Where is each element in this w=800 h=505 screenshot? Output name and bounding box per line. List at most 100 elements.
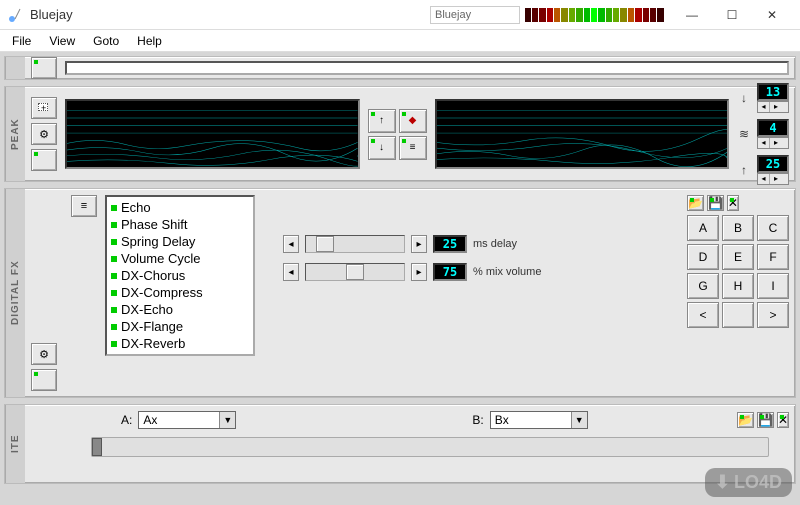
- down-arrow-icon: ↓: [737, 91, 751, 105]
- mix-inc-button[interactable]: ▸: [411, 263, 427, 281]
- ite-save-button[interactable]: 💾: [757, 412, 774, 428]
- peak-add-button[interactable]: +: [31, 97, 57, 119]
- key-d[interactable]: D: [687, 244, 719, 270]
- fx-item: Echo: [109, 199, 251, 216]
- watermark: ⬇ LO4D: [705, 468, 792, 497]
- gear-icon: ⚙: [39, 348, 49, 361]
- spinner-bot[interactable]: ◂▸: [757, 173, 789, 185]
- fx-settings-button[interactable]: ⚙: [31, 343, 57, 365]
- slider-mix: ◂ ▸ 75 % mix volume: [283, 263, 541, 281]
- fx-sliders: ◂ ▸ 25 ms delay ◂ ▸ 75 % mix volume: [283, 235, 541, 281]
- menu-help[interactable]: Help: [129, 32, 170, 50]
- fx-item: DX-Echo: [109, 301, 251, 318]
- fx-open-button[interactable]: 📂: [687, 195, 704, 211]
- key-blank[interactable]: [722, 302, 754, 328]
- delay-label: ms delay: [473, 238, 517, 250]
- peak-settings-button[interactable]: ⚙: [31, 123, 57, 145]
- panel-ite: ITE A: ▼ B: ▼ 📂 💾 ✕: [4, 404, 796, 484]
- close-button[interactable]: ✕: [752, 2, 792, 28]
- slider-delay: ◂ ▸ 25 ms delay: [283, 235, 541, 253]
- maximize-button[interactable]: ☐: [712, 2, 752, 28]
- ite-close-button[interactable]: ✕: [777, 412, 789, 428]
- key-c[interactable]: C: [757, 215, 789, 241]
- nav-color-button[interactable]: ◆: [399, 109, 427, 133]
- fx-align-button[interactable]: ≡: [71, 195, 97, 217]
- led-icon: [111, 222, 117, 228]
- vu-label: Bluejay: [430, 6, 520, 24]
- vu-meter: [524, 8, 664, 22]
- delay-track[interactable]: [305, 235, 405, 253]
- color-icon: ◆: [409, 115, 417, 126]
- menu-bar: File View Goto Help: [0, 30, 800, 52]
- key-next[interactable]: >: [757, 302, 789, 328]
- vtab-digital-fx[interactable]: DIGITAL FX: [5, 189, 25, 397]
- bars-icon: ≡: [410, 142, 416, 153]
- peak-toggle-button[interactable]: [31, 149, 57, 171]
- ite-file-buttons: 📂 💾 ✕: [737, 412, 789, 428]
- combo-b[interactable]: ▼: [490, 411, 588, 429]
- gear-icon: ⚙: [39, 128, 49, 141]
- led-icon: [111, 239, 117, 245]
- led-icon: [111, 324, 117, 330]
- panel-digital-fx: DIGITAL FX ≡ ⚙ Echo Phase Shift Spring D…: [4, 188, 796, 398]
- key-f[interactable]: F: [757, 244, 789, 270]
- readout-top: 13: [757, 83, 789, 101]
- fx-keypad: A B C D E F G H I < >: [687, 215, 789, 328]
- waveform-svg: [67, 101, 358, 167]
- peak-waveform-right[interactable]: [435, 99, 730, 169]
- vtab-ite[interactable]: ITE: [5, 405, 25, 483]
- peak-waveform-left[interactable]: [65, 99, 360, 169]
- window-title: Bluejay: [30, 7, 430, 22]
- combo-b-input[interactable]: [491, 412, 571, 428]
- cropped-field: [65, 61, 789, 75]
- delay-dec-button[interactable]: ◂: [283, 235, 299, 253]
- vtab-cropped[interactable]: [5, 57, 25, 79]
- spinner-mid[interactable]: ◂▸: [757, 137, 789, 149]
- peak-nav-grid: ↑ ◆ ↓ ≡: [368, 109, 427, 160]
- key-prev[interactable]: <: [687, 302, 719, 328]
- key-a[interactable]: A: [687, 215, 719, 241]
- spinner-top[interactable]: ◂▸: [757, 101, 789, 113]
- led-icon: [111, 256, 117, 262]
- nav-down-button[interactable]: ↓: [368, 136, 396, 160]
- mix-dec-button[interactable]: ◂: [283, 263, 299, 281]
- cropped-button[interactable]: [31, 57, 57, 79]
- menu-view[interactable]: View: [41, 32, 83, 50]
- combo-a[interactable]: ▼: [138, 411, 236, 429]
- ite-open-button[interactable]: 📂: [737, 412, 754, 428]
- panel-top-cropped: [4, 56, 796, 80]
- combo-b-dropdown[interactable]: ▼: [571, 412, 587, 428]
- panel-peak: PEAK + ⚙ ↑ ◆: [4, 86, 796, 182]
- delay-inc-button[interactable]: ▸: [411, 235, 427, 253]
- mix-thumb[interactable]: [346, 264, 364, 280]
- fx-item: Phase Shift: [109, 216, 251, 233]
- key-h[interactable]: H: [722, 273, 754, 299]
- mix-track[interactable]: [305, 263, 405, 281]
- menu-file[interactable]: File: [4, 32, 39, 50]
- fx-toggle-button[interactable]: [31, 369, 57, 391]
- minimize-button[interactable]: —: [672, 2, 712, 28]
- menu-goto[interactable]: Goto: [85, 32, 127, 50]
- key-e[interactable]: E: [722, 244, 754, 270]
- nav-up-button[interactable]: ↑: [368, 109, 396, 133]
- combo-a-dropdown[interactable]: ▼: [219, 412, 235, 428]
- delay-thumb[interactable]: [316, 236, 334, 252]
- readout-bot: 25: [757, 155, 789, 173]
- delay-value: 25: [433, 235, 467, 253]
- fx-close-button[interactable]: ✕: [727, 195, 739, 211]
- fx-effects-list[interactable]: Echo Phase Shift Spring Delay Volume Cyc…: [105, 195, 255, 356]
- combo-a-input[interactable]: [139, 412, 219, 428]
- mix-label: % mix volume: [473, 266, 541, 278]
- fx-item: DX-Reverb: [109, 335, 251, 352]
- fx-save-button[interactable]: 💾: [707, 195, 724, 211]
- vtab-peak[interactable]: PEAK: [5, 87, 25, 181]
- key-i[interactable]: I: [757, 273, 789, 299]
- readout-mid: 4: [757, 119, 789, 137]
- nav-bars-button[interactable]: ≡: [399, 136, 427, 160]
- led-icon: [111, 290, 117, 296]
- fx-right-column: 📂 💾 ✕ A B C D E F G H I < >: [687, 195, 789, 328]
- ite-slider-track[interactable]: [91, 437, 769, 457]
- key-b[interactable]: B: [722, 215, 754, 241]
- key-g[interactable]: G: [687, 273, 719, 299]
- ite-slider-thumb[interactable]: [92, 438, 102, 456]
